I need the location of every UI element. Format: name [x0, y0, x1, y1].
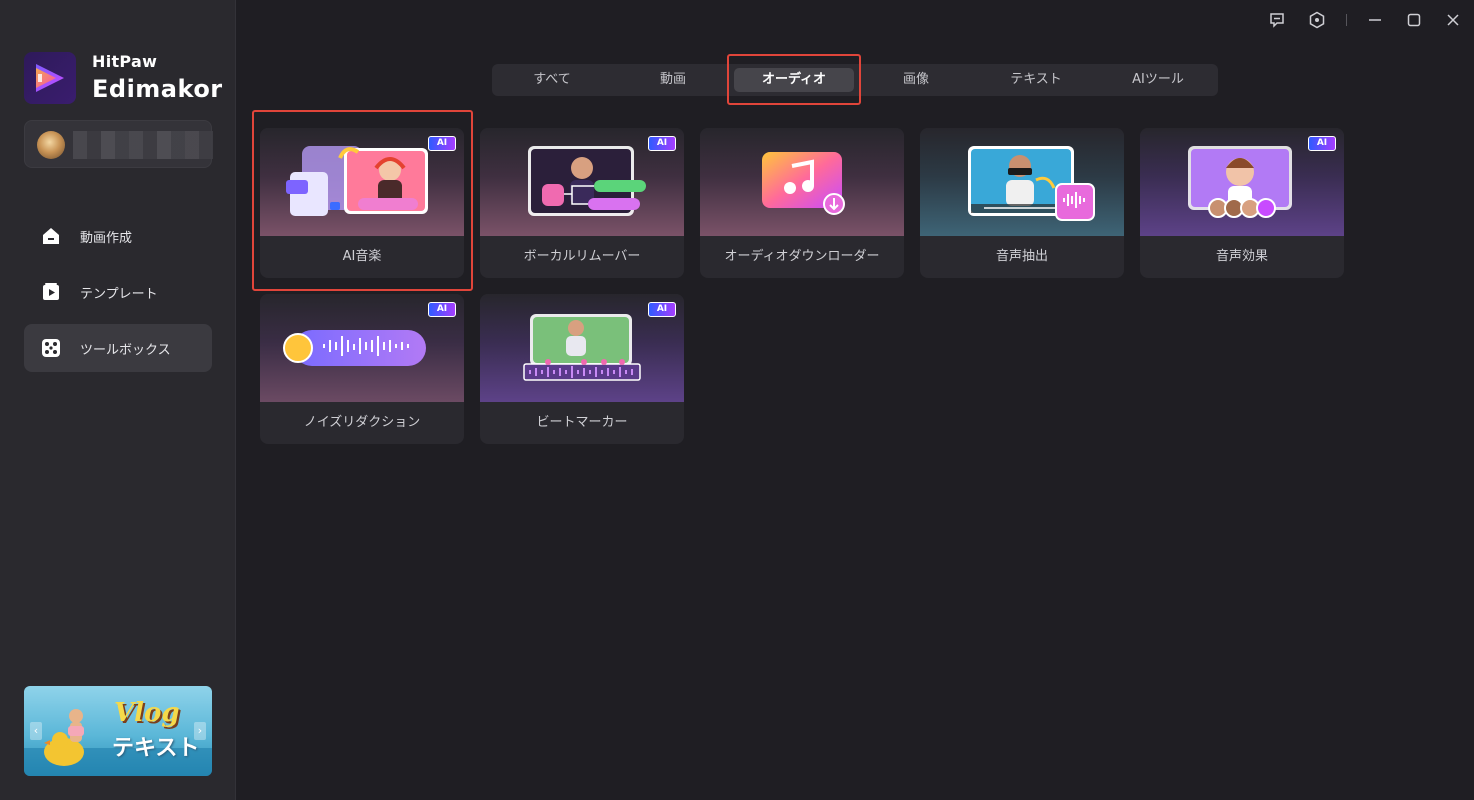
home-icon: [40, 225, 62, 247]
template-icon: [40, 281, 62, 303]
banner-title: Vlog: [114, 698, 180, 728]
tool-card-ai-music[interactable]: AI AI音楽: [260, 128, 464, 278]
sidebar-item-template[interactable]: テンプレート: [24, 268, 212, 316]
feedback-icon[interactable]: [1266, 9, 1288, 31]
minimize-icon[interactable]: [1364, 9, 1386, 31]
ai-badge: AI: [648, 136, 676, 151]
titlebar-divider: [1346, 14, 1347, 26]
tool-label: オーディオダウンローダー: [724, 249, 880, 264]
app-logo: [24, 52, 76, 104]
username-obscured: [73, 131, 213, 159]
account-button[interactable]: [24, 120, 213, 168]
tab-video[interactable]: 動画: [613, 68, 733, 92]
sidebar-item-label: テンプレート: [80, 286, 158, 302]
avatar: [37, 131, 65, 159]
ai-badge: AI: [428, 136, 456, 151]
tool-label: ボーカルリムーバー: [523, 249, 641, 264]
tool-thumbnail: [700, 128, 904, 236]
tool-label: 音声抽出: [995, 249, 1048, 264]
tool-card-beat-marker[interactable]: AI ビートマーカー: [480, 294, 684, 444]
ai-badge: AI: [1308, 136, 1336, 151]
edimakor-logo-icon: [36, 64, 64, 92]
tool-card-noise-reduction[interactable]: AI ノイズリダクション: [260, 294, 464, 444]
brand-name-top: HitPaw: [92, 52, 158, 71]
sidebar: HitPaw Edimakor 動画作成 テンプレート ツールボックス ‹ › …: [0, 0, 236, 800]
banner-subtitle: テキスト: [112, 736, 200, 761]
toolbox-icon: [40, 337, 62, 359]
tab-text[interactable]: テキスト: [976, 68, 1096, 92]
tool-label: ノイズリダクション: [303, 415, 421, 430]
tool-label: AI音楽: [342, 249, 382, 264]
sidebar-item-create-video[interactable]: 動画作成: [24, 212, 212, 260]
tool-label: 音声効果: [1215, 249, 1268, 264]
brand-name-bottom: Edimakor: [92, 75, 223, 103]
sidebar-item-label: 動画作成: [80, 230, 133, 246]
settings-icon[interactable]: [1306, 9, 1328, 31]
maximize-icon[interactable]: [1403, 9, 1425, 31]
tab-image[interactable]: 画像: [856, 68, 976, 92]
tool-card-vocal-remover[interactable]: AI ボーカルリムーバー: [480, 128, 684, 278]
close-icon[interactable]: [1442, 9, 1464, 31]
ai-badge: AI: [648, 302, 676, 317]
ai-badge: AI: [428, 302, 456, 317]
tool-label: ビートマーカー: [536, 415, 628, 430]
sidebar-item-label: ツールボックス: [80, 342, 171, 358]
category-tabs: すべて 動画 オーディオ 画像 テキスト AIツール: [492, 64, 1218, 96]
tool-card-audio-extract[interactable]: 音声抽出: [920, 128, 1124, 278]
tab-audio[interactable]: オーディオ: [734, 68, 854, 92]
audio-downloader-illustration: [762, 152, 845, 215]
sidebar-item-toolbox[interactable]: ツールボックス: [24, 324, 212, 372]
audio-extract-illustration: [968, 146, 1095, 221]
tab-all[interactable]: すべて: [492, 68, 612, 92]
tool-thumbnail: [920, 128, 1124, 236]
tool-card-voice-effect[interactable]: AI 音声効果: [1140, 128, 1344, 278]
banner-prev-button[interactable]: ‹: [30, 722, 42, 740]
promo-banner[interactable]: ‹ › Vlog テキスト: [24, 686, 212, 776]
tab-ai-tools[interactable]: AIツール: [1098, 68, 1218, 92]
tool-card-audio-downloader[interactable]: オーディオダウンローダー: [700, 128, 904, 278]
